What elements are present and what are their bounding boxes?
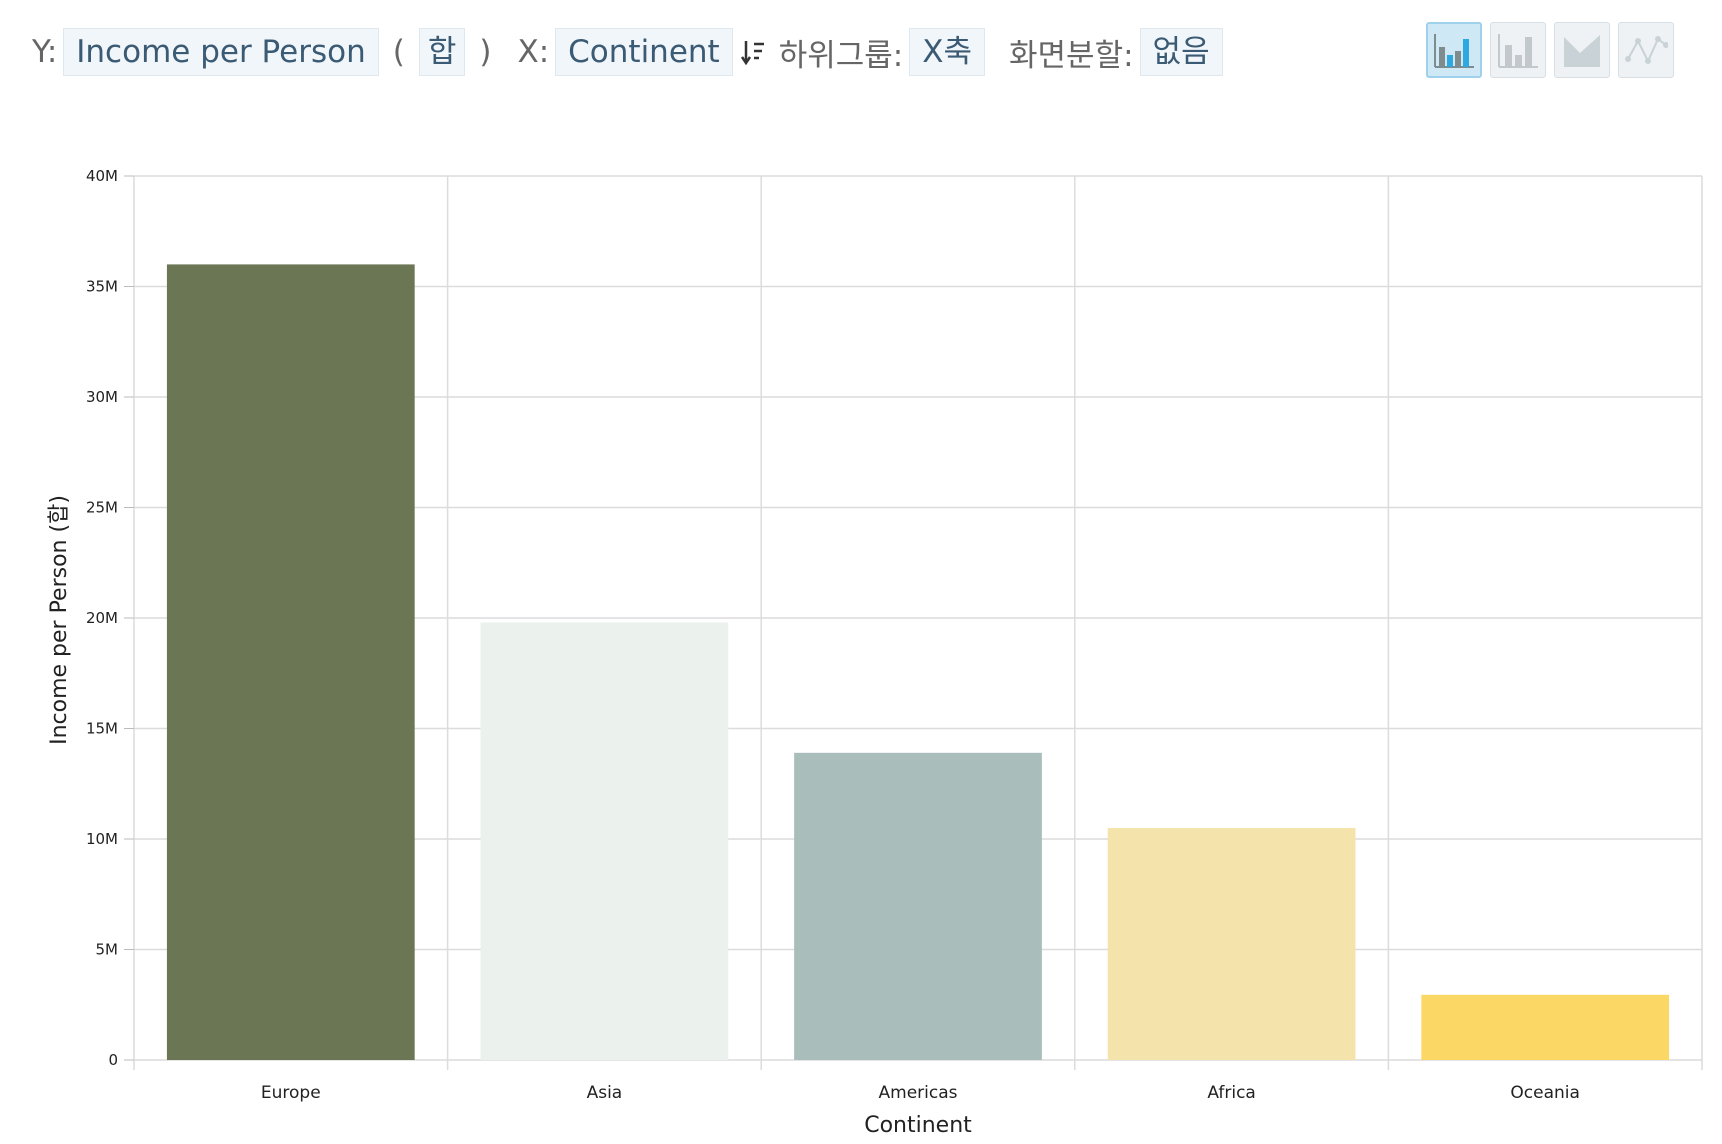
y-tick-label: 40M (86, 167, 118, 185)
y-tick-label: 10M (86, 830, 118, 848)
y-tick-label: 0 (108, 1051, 118, 1069)
x-tick-label: Africa (1207, 1083, 1256, 1103)
x-tick-label: Europe (261, 1083, 321, 1103)
x-axis-title: Continent (864, 1113, 972, 1138)
y-tick-label: 30M (86, 388, 118, 406)
bar-oceania[interactable] (1421, 994, 1670, 1060)
bar-europe[interactable] (166, 264, 415, 1060)
x-tick-label: Americas (879, 1083, 958, 1103)
y-axis-title: Income per Person (합) (47, 495, 72, 745)
y-tick-label: 20M (86, 609, 118, 627)
x-tick-label: Oceania (1510, 1083, 1580, 1103)
bar-americas[interactable] (794, 752, 1042, 1060)
y-tick-label: 15M (86, 720, 118, 738)
y-tick-label: 35M (86, 278, 118, 296)
bar-africa[interactable] (1107, 827, 1356, 1060)
y-tick-label: 5M (96, 941, 119, 959)
bar-asia[interactable] (480, 622, 729, 1060)
y-tick-label: 25M (86, 499, 118, 517)
x-tick-label: Asia (587, 1083, 623, 1103)
bars (166, 264, 1670, 1060)
bar-chart: 0 5M 10M 15M 20M 25M 30M 35M 40M Europe Asia Americ… (47, 167, 1703, 1138)
